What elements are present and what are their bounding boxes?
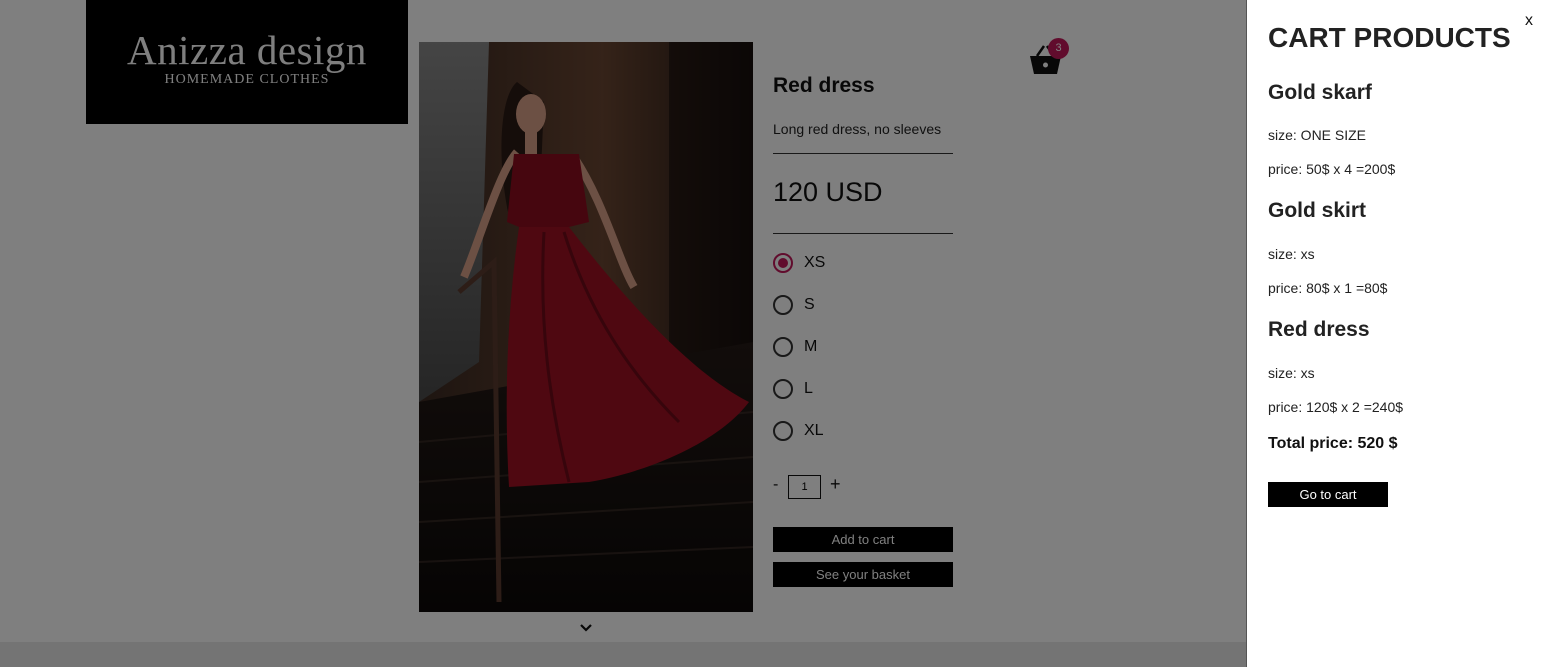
cart-total-price: Total price: 520 $: [1268, 435, 1398, 452]
cart-item-size: size: xs: [1268, 246, 1315, 262]
cart-item-size: size: xs: [1268, 365, 1315, 381]
cart-item-price: price: 80$ x 1 =80$: [1268, 280, 1388, 296]
cart-drawer: x CART PRODUCTS Gold skarf size: ONE SIZ…: [1246, 0, 1546, 667]
cart-item-name: Gold skirt: [1268, 199, 1367, 222]
cart-item-name: Gold skarf: [1268, 81, 1372, 104]
cart-item-price: price: 120$ x 2 =240$: [1268, 399, 1404, 415]
cart-item-name: Red dress: [1268, 318, 1370, 341]
cart-item-size: size: ONE SIZE: [1268, 127, 1367, 143]
cart-drawer-title: CART PRODUCTS: [1268, 22, 1511, 53]
close-drawer-button[interactable]: x: [1525, 12, 1539, 30]
cart-item-price: price: 50$ x 4 =200$: [1268, 161, 1396, 177]
go-to-cart-button[interactable]: Go to cart: [1268, 482, 1388, 507]
